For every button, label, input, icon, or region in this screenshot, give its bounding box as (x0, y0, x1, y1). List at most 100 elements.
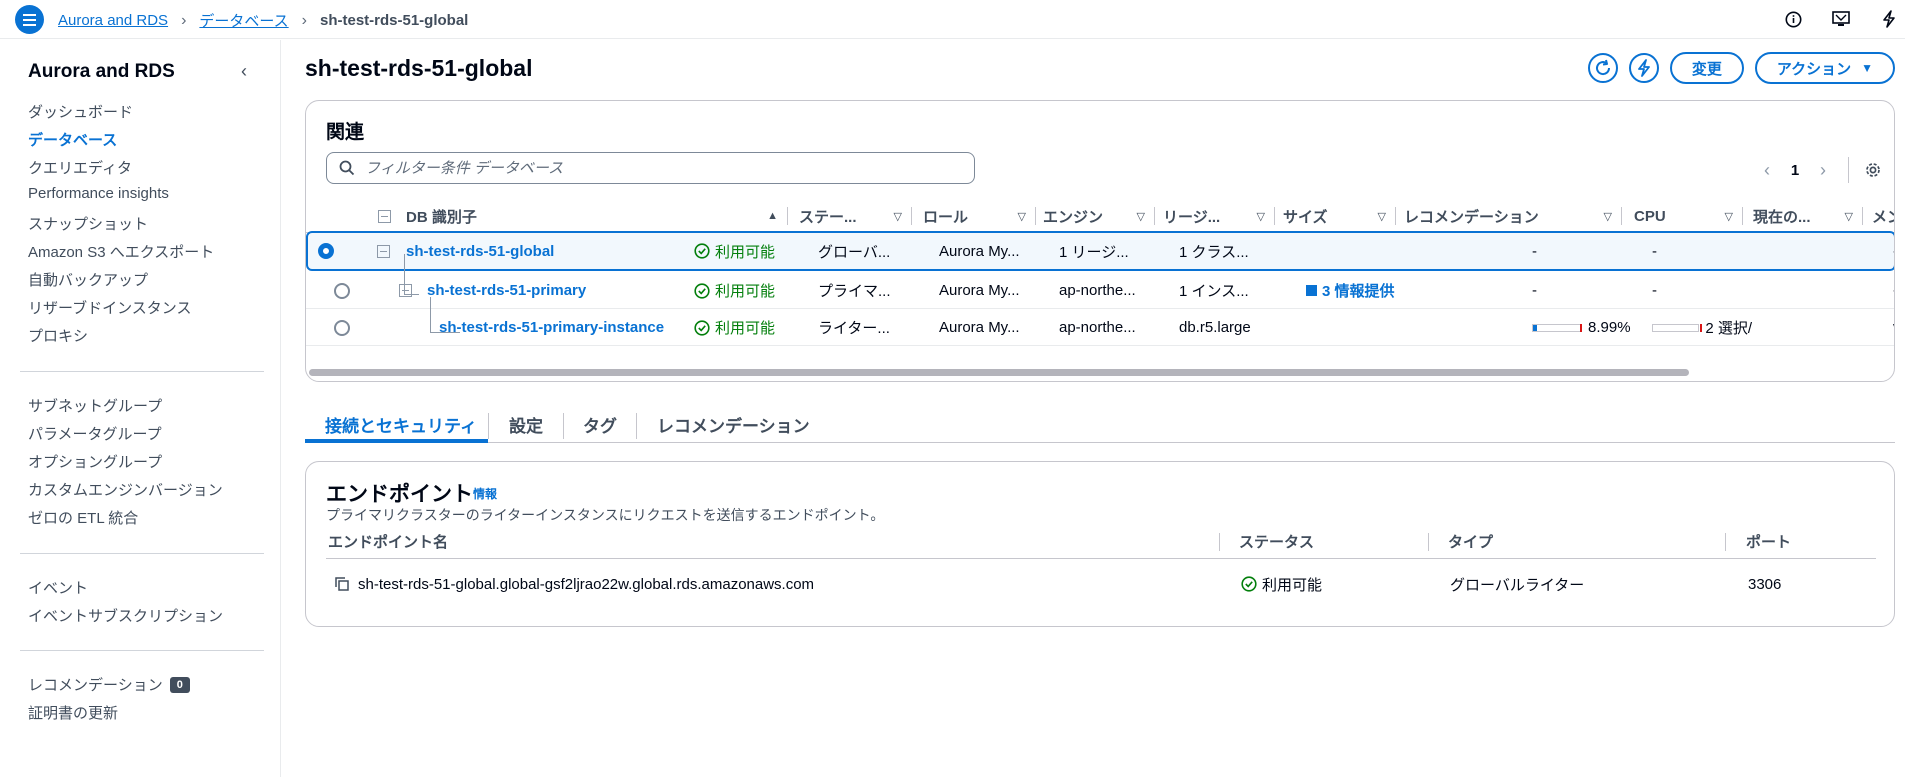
sidebar-item-s3-export[interactable]: Amazon S3 へエクスポート (28, 241, 214, 262)
tab-tags[interactable]: タグ (583, 405, 617, 443)
column-header-region[interactable]: リージ... ▽ (1157, 199, 1275, 233)
next-page-icon[interactable]: › (1811, 160, 1835, 181)
info-square-icon (1306, 285, 1317, 296)
tree-line (430, 297, 431, 332)
status-ok-icon (1241, 576, 1257, 592)
status-ok-icon (694, 282, 710, 299)
prev-page-icon[interactable]: ‹ (1755, 160, 1779, 181)
endpoints-table-header: エンドポイント名 ステータス タイプ ポート (326, 524, 1876, 559)
search-icon (339, 160, 355, 176)
sidebar-item-subnet-groups[interactable]: サブネットグループ (28, 395, 162, 416)
breadcrumb-aurora-rds[interactable]: Aurora and RDS (58, 12, 168, 29)
current-bar (1652, 323, 1702, 332)
lightning-button[interactable] (1628, 53, 1659, 83)
row-radio[interactable] (334, 282, 350, 299)
filter-field[interactable] (326, 152, 975, 184)
sidebar-title: Aurora and RDS (28, 61, 175, 82)
recommendations-count-badge: 0 (169, 677, 190, 693)
sidebar-item-parameter-groups[interactable]: パラメータグループ (28, 423, 162, 444)
recommendation-link[interactable]: 3 情報提供 (1306, 273, 1395, 308)
region-cell: ap-northe... (1059, 282, 1136, 299)
collapse-row-icon[interactable] (377, 244, 390, 258)
sort-icon: ▽ (1724, 210, 1733, 223)
status-ok-icon (694, 319, 710, 336)
active-tab-indicator (305, 439, 488, 443)
tab-configuration[interactable]: 設定 (509, 405, 543, 443)
sort-icon: ▽ (1844, 210, 1853, 223)
db-identifier-link[interactable]: sh-test-rds-51-primary-instance (439, 319, 664, 336)
sidebar-divider (20, 650, 264, 651)
column-header-size[interactable]: サイズ ▽ (1276, 199, 1396, 233)
sidebar-item-performance-insights[interactable]: Performance insights (28, 185, 169, 202)
feedback-icon[interactable] (1830, 8, 1852, 30)
page-number[interactable]: 1 (1779, 162, 1811, 179)
sidebar-item-custom-engine-versions[interactable]: カスタムエンジンバージョン (28, 479, 223, 500)
endpoints-info-link[interactable]: 情報 (473, 485, 497, 502)
column-header-type: タイプ (1448, 534, 1494, 551)
tab-connectivity-security[interactable]: 接続とセキュリティ (325, 405, 477, 443)
top-navigation: Aurora and RDS › データベース › sh-test-rds-51… (0, 0, 1905, 39)
status-text: 利用可能 (715, 283, 776, 300)
column-header-current[interactable]: 現在の... ▽ (1743, 199, 1863, 233)
role-cell: ライター... (818, 320, 890, 337)
column-header-status[interactable]: ステー... ▽ (794, 199, 912, 233)
table-row[interactable]: sh-test-rds-51-primary-instance 利用可能 ライタ… (306, 310, 1894, 346)
menu-icon[interactable] (15, 5, 44, 34)
collapse-row-icon[interactable] (399, 284, 412, 297)
sidebar-item-reserved-instances[interactable]: リザーブドインスタンス (28, 297, 192, 318)
cpu-cell: - (1532, 242, 1537, 260)
copy-icon[interactable] (334, 576, 350, 592)
column-header-role[interactable]: ロール ▽ (918, 199, 1036, 233)
filter-input[interactable] (365, 159, 945, 177)
current-cell: 2 選択/ (1652, 310, 1752, 345)
related-title: 関連 (326, 122, 365, 143)
gear-icon[interactable] (1862, 159, 1884, 181)
sidebar-item-query-editor[interactable]: クエリエディタ (28, 157, 132, 178)
refresh-button[interactable] (1587, 53, 1618, 83)
collapse-sidebar-icon[interactable]: ‹ (241, 61, 247, 82)
sort-icon: ▽ (1377, 210, 1386, 223)
horizontal-scrollbar[interactable] (309, 369, 1689, 376)
info-icon[interactable] (1782, 8, 1804, 30)
breadcrumb-databases[interactable]: データベース (199, 10, 288, 31)
engine-cell: Aurora My... (939, 282, 1020, 299)
sidebar-item-snapshots[interactable]: スナップショット (28, 213, 148, 234)
page-title: sh-test-rds-51-global (305, 55, 533, 81)
sidebar-item-dashboard[interactable]: ダッシュボード (28, 101, 133, 122)
region-cell: 1 リージ... (1059, 243, 1129, 261)
row-radio[interactable] (334, 319, 350, 336)
tab-recommendations[interactable]: レコメンデーション (657, 405, 810, 443)
sidebar-item-certificate-update[interactable]: 証明書の更新 (28, 702, 118, 723)
table-row[interactable]: sh-test-rds-51-global 利用可能 グローバ... Auror… (306, 231, 1894, 271)
column-header-cpu[interactable]: CPU ▽ (1623, 199, 1743, 233)
column-header-db-id[interactable]: DB 識別子 ▲ (406, 199, 788, 233)
column-header-endpoint-name: エンドポイント名 (328, 534, 449, 551)
current-cell: - (1652, 282, 1657, 299)
table-row: sh-test-rds-51-global.global-gsf2ljrao22… (326, 559, 1876, 609)
sidebar-item-automated-backups[interactable]: 自動バックアップ (28, 269, 148, 290)
sidebar-item-events[interactable]: イベント (28, 577, 88, 598)
sidebar-item-event-subscriptions[interactable]: イベントサブスクリプション (28, 605, 223, 626)
sidebar-item-databases[interactable]: データベース (28, 129, 117, 150)
expand-all-icon[interactable] (378, 199, 408, 233)
db-identifier-link[interactable]: sh-test-rds-51-global (406, 243, 554, 260)
engine-cell: Aurora My... (939, 242, 1020, 260)
side-navigation: Aurora and RDS ‹ ダッシュボード データベース クエリエディタ … (0, 40, 281, 777)
endpoint-name: sh-test-rds-51-global.global-gsf2ljrao22… (358, 575, 815, 593)
db-identifier-link[interactable]: sh-test-rds-51-primary (427, 282, 586, 299)
column-header-engine[interactable]: エンジン ▽ (1037, 199, 1155, 233)
modify-button[interactable]: 変更 (1669, 52, 1744, 84)
lightning-icon[interactable] (1878, 8, 1900, 30)
row-radio-selected[interactable] (318, 243, 334, 259)
engine-cell: Aurora My... (939, 319, 1020, 336)
actions-button[interactable]: アクション ▼ (1754, 52, 1895, 84)
lightning-icon (1637, 59, 1650, 77)
sidebar-item-recommendations[interactable]: レコメンデーション 0 (28, 674, 190, 695)
sidebar-item-option-groups[interactable]: オプショングループ (28, 451, 162, 472)
sidebar-item-zero-etl[interactable]: ゼロの ETL 統合 (28, 507, 138, 528)
column-header-recommendation[interactable]: レコメンデーション ▽ (1397, 199, 1622, 233)
endpoint-status: 利用可能 (1262, 576, 1323, 594)
sidebar-item-proxies[interactable]: プロキシ (28, 325, 88, 346)
table-row[interactable]: sh-test-rds-51-primary 利用可能 プライマ... Auro… (306, 273, 1894, 309)
column-header-maintenance[interactable]: メンテ...▽ (1863, 199, 1894, 233)
